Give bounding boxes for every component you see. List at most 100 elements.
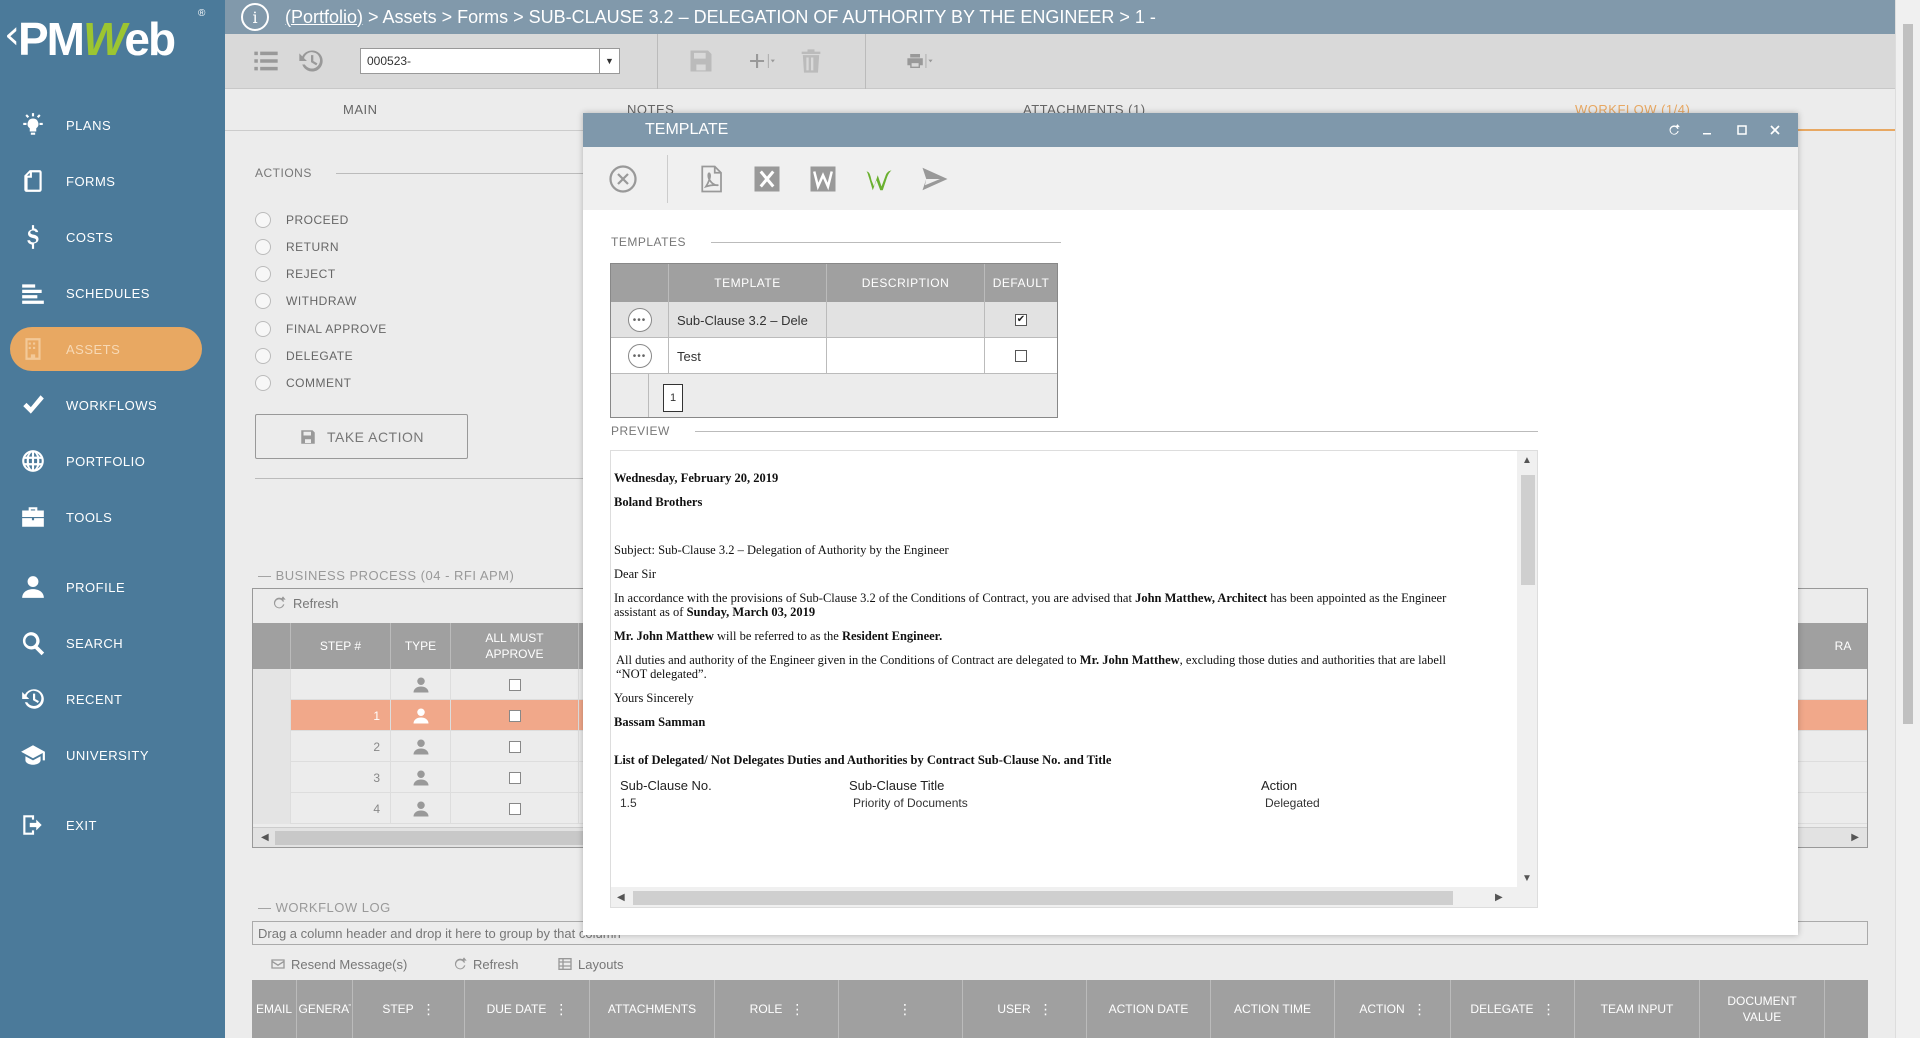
sidebar-item-forms[interactable]: FORMS: [10, 159, 202, 203]
column-header-generate[interactable]: GENERAT: [297, 980, 353, 1038]
workflow-refresh-button[interactable]: Refresh: [452, 956, 519, 972]
scroll-left-arrow-icon[interactable]: ◀: [261, 832, 269, 843]
action-reject[interactable]: REJECT: [255, 266, 336, 282]
workflow-log-title[interactable]: — WORKFLOW LOG: [258, 900, 391, 915]
template-row[interactable]: ••• Test: [611, 338, 1057, 374]
column-header-document-value[interactable]: DOCUMENT VALUE: [1700, 980, 1825, 1038]
action-delegate[interactable]: DELEGATE: [255, 348, 353, 364]
preview-horizontal-scrollbar[interactable]: ◀ ▶: [611, 887, 1537, 907]
column-header-blank[interactable]: ⋮: [839, 980, 963, 1038]
sidebar-item-recent[interactable]: RECENT: [10, 677, 202, 721]
preview-vertical-scrollbar[interactable]: ▲ ▼: [1517, 451, 1537, 887]
column-header-type[interactable]: TYPE: [391, 623, 451, 669]
column-menu-icon[interactable]: ⋮: [790, 1001, 804, 1017]
restore-icon[interactable]: [1665, 121, 1683, 139]
breadcrumb-portfolio-link[interactable]: (Portfolio): [285, 7, 363, 28]
all-must-approve-checkbox[interactable]: [508, 771, 521, 784]
record-select[interactable]: 000523- ▼: [360, 48, 620, 74]
delete-icon[interactable]: [795, 46, 827, 76]
column-menu-icon[interactable]: ⋮: [554, 1001, 568, 1017]
radio-button[interactable]: [255, 375, 271, 391]
sidebar-item-university[interactable]: UNIVERSITY: [10, 733, 202, 777]
column-header-email[interactable]: EMAIL: [252, 980, 297, 1038]
info-icon[interactable]: i: [241, 3, 269, 31]
radio-button[interactable]: [255, 266, 271, 282]
action-proceed[interactable]: PROCEED: [255, 212, 349, 228]
column-header-action-date[interactable]: ACTION DATE: [1087, 980, 1211, 1038]
column-header-action-time[interactable]: ACTION TIME: [1211, 980, 1335, 1038]
send-icon[interactable]: [919, 163, 951, 195]
all-must-approve-checkbox[interactable]: [508, 802, 521, 815]
column-header-description[interactable]: DESCRIPTION: [827, 264, 985, 302]
cancel-circle-icon[interactable]: [607, 163, 639, 195]
column-header-all-must-approve[interactable]: ALL MUST APPROVE: [451, 623, 579, 669]
column-header-role[interactable]: ROLE ⋮: [715, 980, 839, 1038]
column-header-attachments[interactable]: ATTACHMENTS: [590, 980, 715, 1038]
excel-export-icon[interactable]: [751, 163, 783, 195]
template-dialog-titlebar[interactable]: TEMPLATE: [583, 113, 1798, 147]
radio-button[interactable]: [255, 348, 271, 364]
take-action-button[interactable]: TAKE ACTION: [255, 414, 468, 459]
template-row[interactable]: ••• Sub-Clause 3.2 – Dele ✔: [611, 302, 1057, 338]
column-header-default[interactable]: DEFAULT: [985, 264, 1057, 302]
sidebar-item-plans[interactable]: PLANS: [10, 103, 202, 147]
default-checkbox[interactable]: [1015, 350, 1027, 362]
close-icon[interactable]: [1766, 121, 1784, 139]
default-checkbox[interactable]: ✔: [1015, 314, 1027, 326]
page-vertical-scrollbar[interactable]: [1895, 0, 1920, 1038]
column-header-action[interactable]: ACTION ⋮: [1335, 980, 1451, 1038]
pmweb-logo[interactable]: ‹ PMWeb ®: [0, 0, 225, 84]
list-view-icon[interactable]: [250, 46, 282, 76]
column-header-team-input[interactable]: TEAM INPUT: [1575, 980, 1700, 1038]
pmweb-w-icon[interactable]: [863, 163, 895, 195]
resend-messages-button[interactable]: Resend Message(s): [270, 956, 407, 972]
action-final-approve[interactable]: FINAL APPROVE: [255, 321, 387, 337]
all-must-approve-checkbox[interactable]: [508, 740, 521, 753]
page-number-button[interactable]: 1: [663, 384, 683, 412]
column-menu-icon[interactable]: ⋮: [1413, 1001, 1427, 1017]
action-withdraw[interactable]: WITHDRAW: [255, 293, 357, 309]
layouts-button[interactable]: Layouts: [557, 956, 624, 972]
column-header-due-date[interactable]: DUE DATE ⋮: [465, 980, 590, 1038]
column-menu-icon[interactable]: ⋮: [898, 1001, 912, 1017]
radio-button[interactable]: [255, 212, 271, 228]
column-header-step[interactable]: STEP #: [291, 623, 391, 669]
maximize-icon[interactable]: [1733, 121, 1751, 139]
action-comment[interactable]: COMMENT: [255, 375, 352, 391]
pdf-export-icon[interactable]: [695, 163, 727, 195]
word-export-icon[interactable]: [807, 163, 839, 195]
sidebar-item-search[interactable]: SEARCH: [10, 621, 202, 665]
radio-button[interactable]: [255, 321, 271, 337]
scroll-down-arrow-icon[interactable]: ▼: [1522, 873, 1532, 884]
add-icon[interactable]: [738, 46, 788, 76]
print-icon[interactable]: [895, 46, 945, 76]
column-menu-icon[interactable]: ⋮: [1542, 1001, 1556, 1017]
column-header-user[interactable]: USER ⋮: [963, 980, 1087, 1038]
business-process-title[interactable]: — BUSINESS PROCESS (04 - RFI APM): [258, 568, 514, 583]
sidebar-item-exit[interactable]: EXIT: [10, 803, 202, 847]
scroll-up-arrow-icon[interactable]: ▲: [1522, 455, 1532, 466]
row-menu-icon[interactable]: •••: [627, 308, 652, 332]
scroll-left-arrow-icon[interactable]: ◀: [617, 892, 625, 903]
chevron-down-icon[interactable]: ▼: [599, 49, 619, 73]
sidebar-item-assets[interactable]: ASSETS: [10, 327, 202, 371]
scroll-right-arrow-icon[interactable]: ▶: [1495, 892, 1503, 903]
sidebar-item-profile[interactable]: PROFILE: [10, 565, 202, 609]
bp-refresh-button[interactable]: Refresh: [271, 595, 339, 611]
column-menu-icon[interactable]: ⋮: [422, 1001, 436, 1017]
sidebar-item-tools[interactable]: TOOLS: [10, 495, 202, 539]
column-header-step[interactable]: STEP ⋮: [353, 980, 465, 1038]
sidebar-item-costs[interactable]: COSTS: [10, 215, 202, 259]
sidebar-item-portfolio[interactable]: PORTFOLIO: [10, 439, 202, 483]
history-icon[interactable]: [295, 46, 327, 76]
radio-button[interactable]: [255, 293, 271, 309]
all-must-approve-checkbox[interactable]: [508, 678, 521, 691]
column-header-template[interactable]: TEMPLATE: [669, 264, 827, 302]
sidebar-item-workflows[interactable]: WORKFLOWS: [10, 383, 202, 427]
save-icon[interactable]: [685, 46, 717, 76]
column-menu-icon[interactable]: ⋮: [1039, 1001, 1053, 1017]
action-return[interactable]: RETURN: [255, 239, 339, 255]
sidebar-item-schedules[interactable]: SCHEDULES: [10, 271, 202, 315]
all-must-approve-checkbox[interactable]: [508, 709, 521, 722]
row-menu-icon[interactable]: •••: [627, 344, 652, 368]
